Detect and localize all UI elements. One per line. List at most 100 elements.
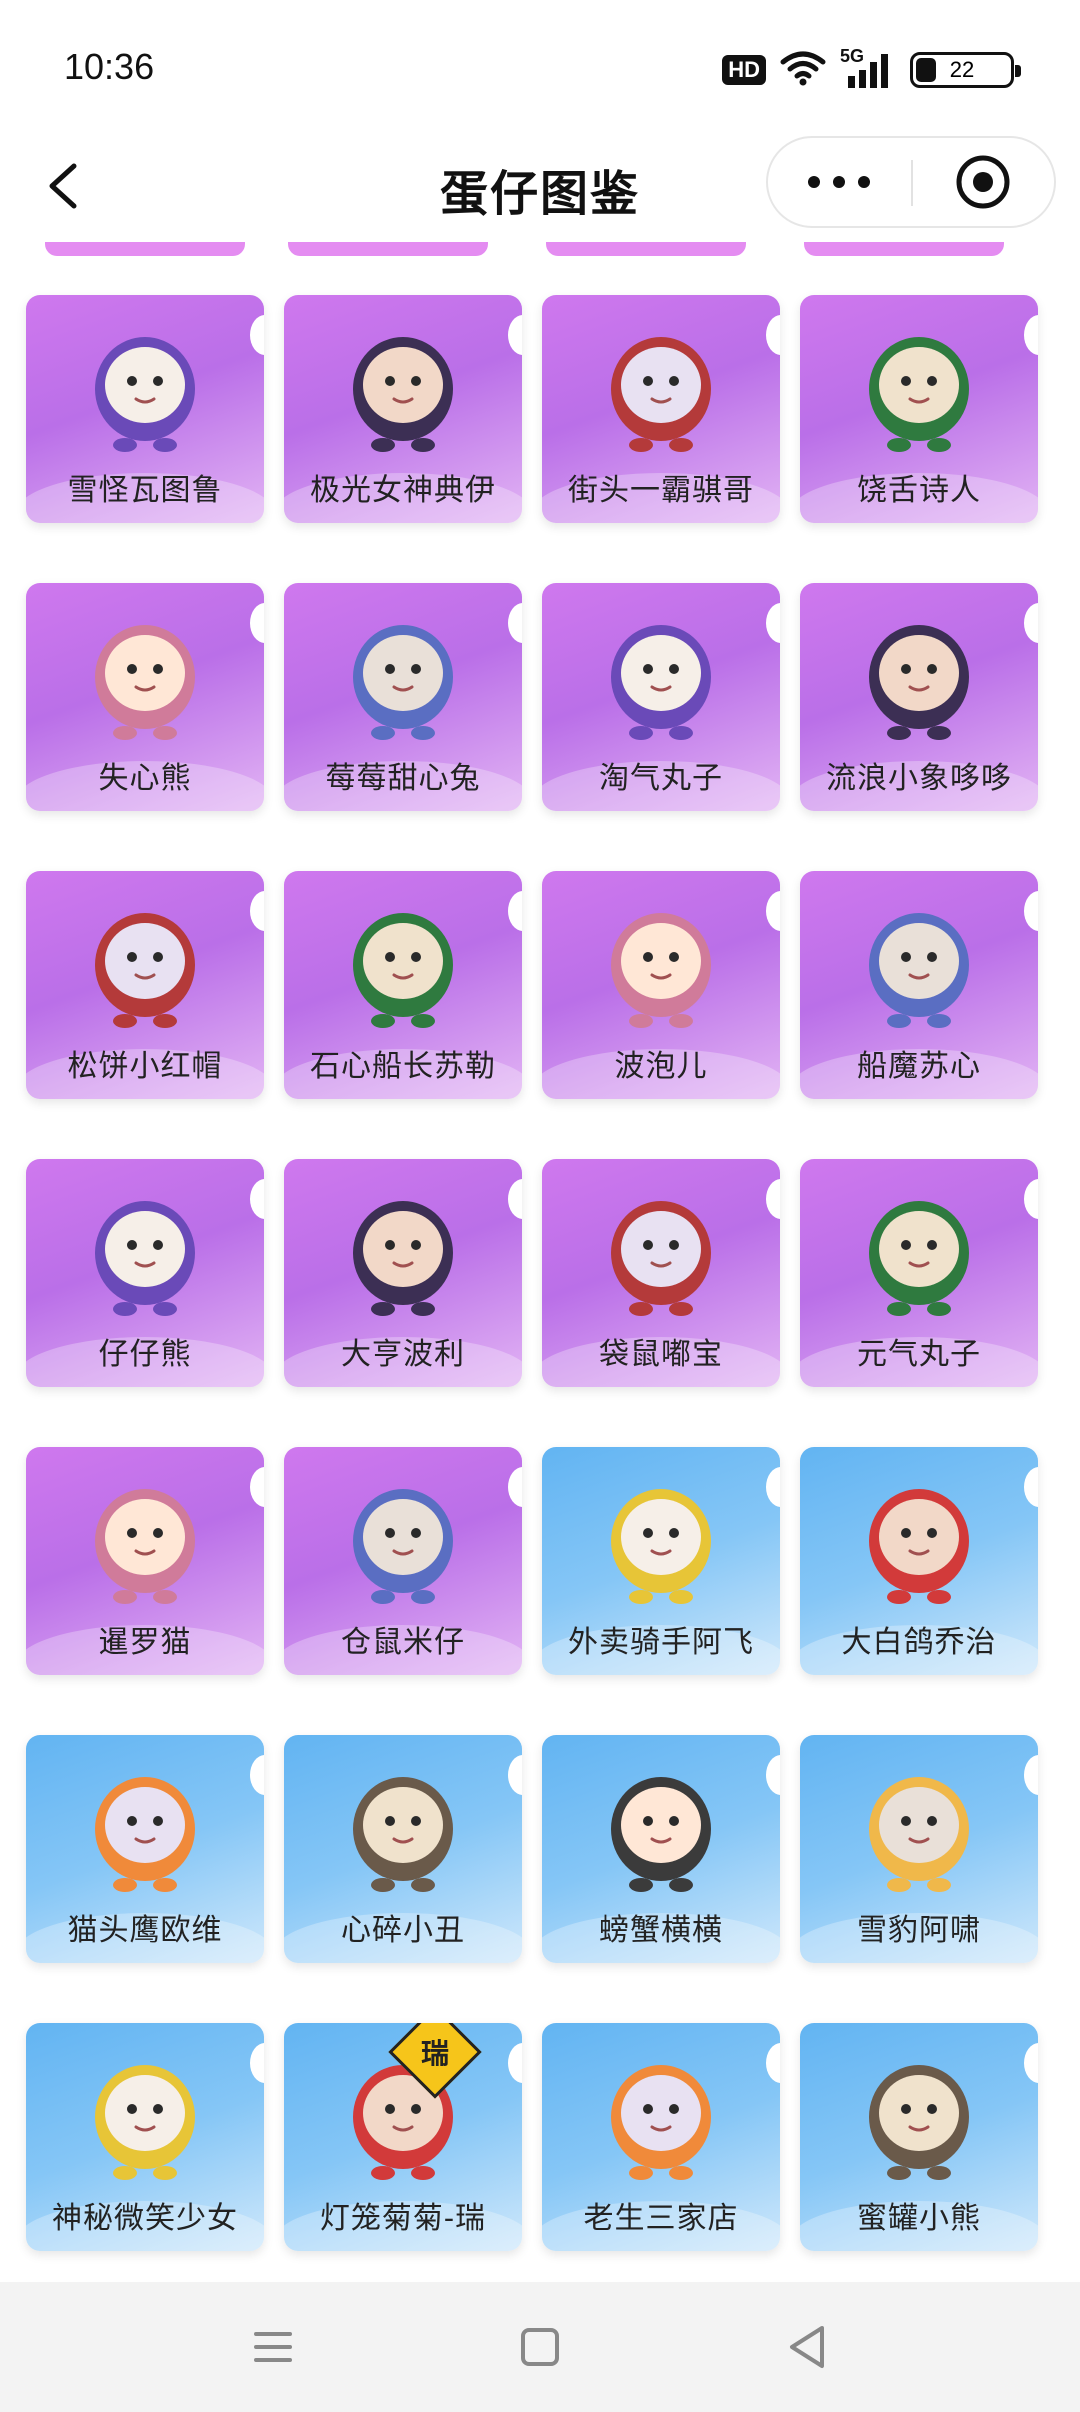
card-notch: [766, 1755, 780, 1795]
hd-badge: HD: [722, 55, 766, 85]
character-figure-icon: [611, 2065, 711, 2180]
card-notch: [1024, 2043, 1038, 2083]
card-notch: [508, 315, 522, 355]
card-notch: [508, 1179, 522, 1219]
character-card[interactable]: 外卖骑手阿飞: [542, 1447, 780, 1675]
character-name: 元气丸子: [857, 1337, 981, 1372]
back-nav-button[interactable]: [772, 2312, 842, 2382]
character-card[interactable]: 流浪小象哆哆: [800, 583, 1038, 811]
more-button[interactable]: [768, 138, 911, 226]
card-notch: [1024, 1179, 1038, 1219]
character-card[interactable]: 饶舌诗人: [800, 295, 1038, 523]
partial-card: [288, 242, 488, 256]
character-card[interactable]: 大白鸽乔治: [800, 1447, 1038, 1675]
more-icon: [808, 176, 870, 188]
character-name: 袋鼠嘟宝: [599, 1337, 723, 1372]
card-notch: [766, 603, 780, 643]
character-name: 石心船长苏勒: [310, 1049, 496, 1084]
card-notch: [508, 2043, 522, 2083]
card-notch: [766, 891, 780, 931]
character-figure-icon: [869, 1777, 969, 1892]
character-name: 外卖骑手阿飞: [568, 1625, 754, 1660]
character-figure-icon: [869, 1489, 969, 1604]
character-card[interactable]: 心碎小丑: [284, 1735, 522, 1963]
card-notch: [250, 891, 264, 931]
card-notch: [766, 1179, 780, 1219]
character-card[interactable]: 老生三家店: [542, 2023, 780, 2251]
character-figure-icon: [611, 913, 711, 1028]
card-notch: [508, 891, 522, 931]
character-card[interactable]: 船魔苏心: [800, 871, 1038, 1099]
character-card[interactable]: 莓莓甜心兔: [284, 583, 522, 811]
character-name: 莓莓甜心兔: [325, 761, 481, 796]
menu-button[interactable]: [238, 2312, 308, 2382]
character-card[interactable]: 淘气丸子: [542, 583, 780, 811]
character-figure-icon: [353, 1201, 453, 1316]
character-name: 大白鸽乔治: [841, 1625, 997, 1660]
wifi-icon: [780, 50, 826, 90]
card-notch: [766, 2043, 780, 2083]
character-card[interactable]: 元气丸子: [800, 1159, 1038, 1387]
character-figure-icon: [95, 337, 195, 452]
character-figure-icon: [869, 1201, 969, 1316]
back-triangle-icon: [790, 2326, 824, 2368]
character-card[interactable]: 猫头鹰欧维: [26, 1735, 264, 1963]
card-notch: [1024, 315, 1038, 355]
character-card[interactable]: 街头一霸骐哥: [542, 295, 780, 523]
status-bar: 10:36 HD 5G 22: [0, 0, 1080, 130]
character-name: 波泡儿: [614, 1049, 708, 1084]
character-card[interactable]: 暹罗猫: [26, 1447, 264, 1675]
rui-badge-label: 瑞: [420, 2036, 450, 2070]
character-name: 蜜罐小熊: [857, 2201, 981, 2236]
character-card[interactable]: 袋鼠嘟宝: [542, 1159, 780, 1387]
card-notch: [1024, 891, 1038, 931]
character-name: 饶舌诗人: [857, 473, 981, 508]
character-card[interactable]: 极光女神典伊: [284, 295, 522, 523]
character-grid-viewport[interactable]: 雪怪瓦图鲁 极光女神典伊 街头一霸骐哥 饶舌诗人失心熊 莓莓甜心兔 淘气丸子 流浪小象哆哆松…: [0, 242, 1080, 2282]
character-name: 极光女神典伊: [310, 473, 496, 508]
character-name: 船魔苏心: [857, 1049, 981, 1084]
character-card[interactable]: 蜜罐小熊: [800, 2023, 1038, 2251]
card-notch: [508, 1755, 522, 1795]
card-notch: [508, 603, 522, 643]
home-button[interactable]: [505, 2312, 575, 2382]
character-figure-icon: [353, 913, 453, 1028]
character-card[interactable]: 仔仔熊: [26, 1159, 264, 1387]
character-card[interactable]: 雪豹阿啸: [800, 1735, 1038, 1963]
character-figure-icon: [611, 1201, 711, 1316]
back-button[interactable]: [36, 156, 96, 216]
character-figure-icon: [869, 2065, 969, 2180]
character-card[interactable]: 瑞灯笼菊菊-瑞: [284, 2023, 522, 2251]
card-notch: [1024, 1755, 1038, 1795]
character-card[interactable]: 神秘微笑少女: [26, 2023, 264, 2251]
character-card[interactable]: 波泡儿: [542, 871, 780, 1099]
card-notch: [250, 1179, 264, 1219]
character-name: 螃蟹横横: [599, 1913, 723, 1948]
character-figure-icon: [95, 625, 195, 740]
character-figure-icon: [95, 1201, 195, 1316]
character-figure-icon: [611, 625, 711, 740]
battery-level: 22: [949, 57, 975, 82]
close-target-icon: [956, 155, 1010, 209]
character-name: 雪豹阿啸: [857, 1913, 981, 1948]
character-card[interactable]: 失心熊: [26, 583, 264, 811]
character-card[interactable]: 仓鼠米仔: [284, 1447, 522, 1675]
character-card[interactable]: 大亨波利: [284, 1159, 522, 1387]
character-figure-icon: [95, 1777, 195, 1892]
card-notch: [1024, 1467, 1038, 1507]
character-name: 灯笼菊菊-瑞: [319, 2201, 487, 2236]
character-figure-icon: [869, 625, 969, 740]
character-name: 淘气丸子: [599, 761, 723, 796]
character-card[interactable]: 雪怪瓦图鲁: [26, 295, 264, 523]
character-name: 仔仔熊: [98, 1337, 192, 1372]
character-card[interactable]: 松饼小红帽: [26, 871, 264, 1099]
partial-card: [546, 242, 746, 256]
character-figure-icon: [611, 337, 711, 452]
battery-tip: [1015, 65, 1021, 77]
character-card[interactable]: 石心船长苏勒: [284, 871, 522, 1099]
close-mini-program-button[interactable]: [913, 138, 1056, 226]
character-name: 老生三家店: [583, 2201, 739, 2236]
mini-program-capsule: [766, 136, 1056, 228]
character-card[interactable]: 螃蟹横横: [542, 1735, 780, 1963]
card-notch: [766, 315, 780, 355]
